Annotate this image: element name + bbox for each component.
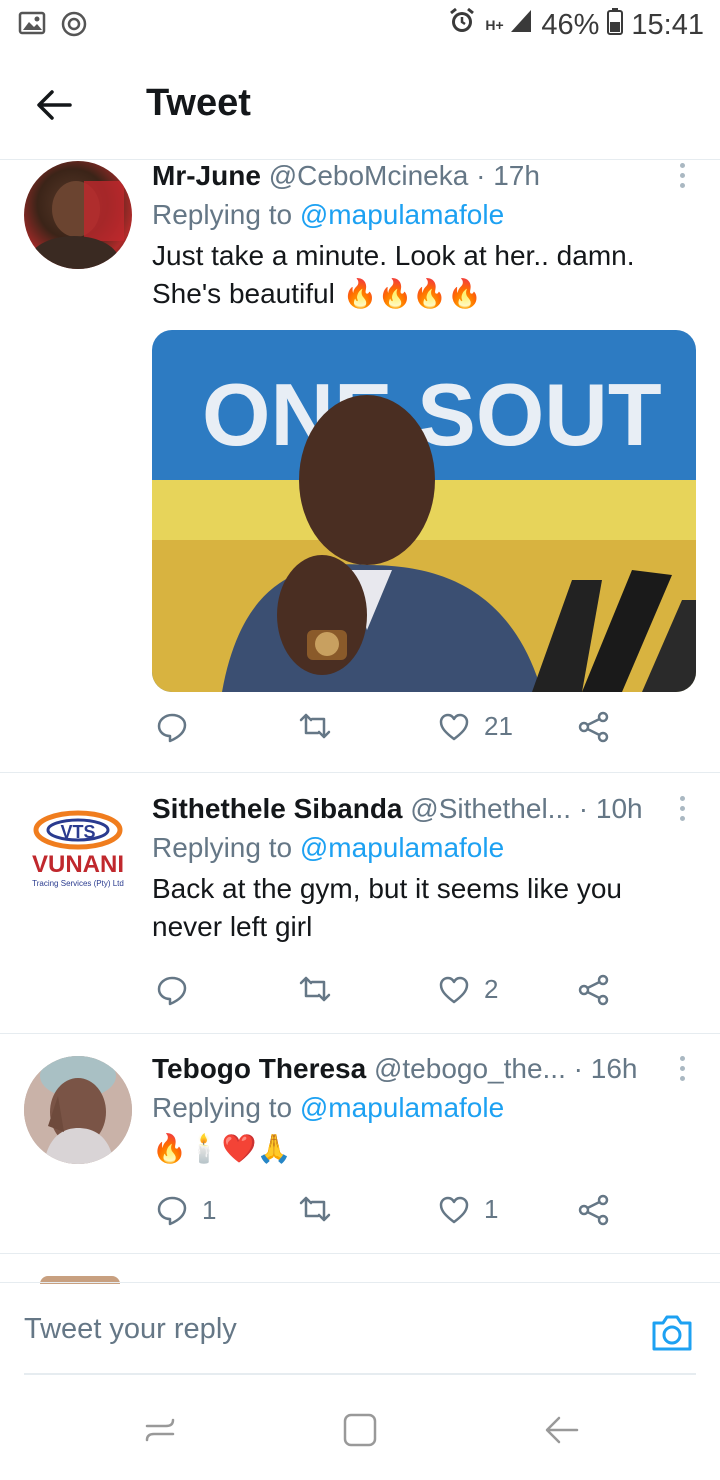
replying-to-prefix: Replying to [152,1092,300,1123]
back-nav-button[interactable] [544,1412,580,1448]
sync-notification-icon [60,10,88,43]
arrow-left-icon [37,90,72,120]
retweet-icon [299,976,331,1002]
heart-icon [439,1196,469,1223]
replying-to: Replying to @mapulamafole [152,1088,696,1128]
reply-button[interactable] [156,974,202,1006]
replying-to-link[interactable]: @mapulamafole [300,1092,504,1123]
replying-to-prefix: Replying to [152,832,300,863]
divider [24,1373,696,1375]
author-name[interactable]: Tebogo Theresa [152,1053,366,1084]
like-button[interactable]: 1 [438,1194,498,1225]
like-count: 21 [484,711,513,741]
tweet-reply[interactable]: Tebogo Theresa @tebogo_the... · 16h Repl… [0,1034,720,1254]
like-count: 1 [484,1194,499,1224]
like-button[interactable]: 2 [438,974,498,1005]
tweet-header: Mr-June @CeboMcineka · 17h [152,159,696,193]
avatar[interactable] [24,1056,132,1164]
retweet-button[interactable] [298,711,332,741]
tweet-reply[interactable]: VTS VUNANI Tracing Services (Pty) Ltd Si… [0,774,720,1034]
reply-button[interactable]: 1 [156,1194,216,1226]
status-bar: H+ 46% 15:41 [0,0,720,50]
page-title: Tweet [146,82,251,124]
avatar-logo-text: VTS [60,822,95,842]
like-button[interactable]: 21 [438,711,513,742]
tweet-actions: 2 [152,974,672,1014]
tweet-actions: 1 1 [152,1194,672,1234]
avatar-brand-text: VUNANI [32,851,124,878]
more-options-button[interactable] [676,163,688,193]
share-icon [578,711,609,743]
tweet-actions: 21 [152,711,672,751]
avatar-subtitle-text: Tracing Services (Pty) Ltd [32,879,124,888]
replying-to-link[interactable]: @mapulamafole [300,199,504,230]
camera-icon [652,1315,692,1351]
author-name[interactable]: Mr-June [152,160,261,191]
more-options-button[interactable] [676,796,688,826]
tweet-header: Tebogo Theresa @tebogo_the... · 16h [152,1052,696,1086]
tweet-header: Sithethele Sibanda @Sithethel... · 10h [152,792,696,826]
clock: 15:41 [631,8,704,41]
home-icon [343,1413,377,1447]
tweet-text: 🔥🕯️❤️🙏 [152,1133,292,1164]
retweet-icon [299,713,331,739]
recent-apps-icon [145,1418,175,1442]
tweet-time: · 10h [578,793,643,824]
avatar[interactable]: VTS VUNANI Tracing Services (Pty) Ltd [24,796,132,904]
reply-count: 1 [202,1194,217,1225]
recent-apps-button[interactable] [142,1412,178,1448]
author-name[interactable]: Sithethele Sibanda [152,793,403,824]
tweet-reply[interactable]: Mr-June @CeboMcineka · 17h Replying to @… [0,159,720,773]
reply-composer[interactable]: Tweet your reply [0,1282,720,1374]
system-nav-bar [0,1376,720,1480]
share-icon [578,974,609,1006]
more-options-button[interactable] [676,1056,688,1086]
app-header: Tweet [0,50,720,160]
reply-input[interactable]: Tweet your reply [24,1313,237,1346]
heart-icon [439,713,469,740]
media-backdrop-text: ONE SOUT [202,365,662,464]
battery-icon [607,7,624,43]
replying-to-prefix: Replying to [152,199,300,230]
gallery-notification-icon [18,10,46,43]
camera-button[interactable] [650,1313,694,1353]
comment-icon [157,713,187,743]
like-count: 2 [484,974,499,1004]
tweet-image[interactable]: ONE SOUT [152,330,696,692]
reply-button[interactable] [156,711,202,743]
alarm-icon [447,6,477,44]
tweet-text: Just take a minute. Look at her.. damn. … [152,240,635,309]
nav-back-icon [545,1416,579,1444]
tweet-text: Back at the gym, but it seems like you n… [152,873,622,942]
replying-to-link[interactable]: @mapulamafole [300,832,504,863]
comment-icon [157,1196,187,1226]
retweet-button[interactable] [298,974,332,1004]
replying-to: Replying to @mapulamafole [152,195,696,235]
comment-icon [157,976,187,1006]
avatar[interactable] [24,161,132,269]
tweet-time: · 16h [573,1053,638,1084]
tweet-time: · 17h [476,160,540,191]
retweet-button[interactable] [298,1194,332,1224]
share-button[interactable] [578,974,610,1006]
replying-to: Replying to @mapulamafole [152,828,696,868]
author-handle[interactable]: @tebogo_the... [374,1053,566,1084]
retweet-icon [299,1196,331,1222]
signal-icon [509,8,533,42]
home-button[interactable] [342,1412,378,1448]
author-handle[interactable]: @CeboMcineka [269,160,469,191]
network-type-label: H+ [485,17,504,33]
battery-percent: 46% [541,8,600,41]
heart-icon [439,976,469,1003]
share-icon [578,1194,609,1226]
back-button[interactable] [32,82,78,128]
share-button[interactable] [578,1194,610,1226]
share-button[interactable] [578,711,610,743]
author-handle[interactable]: @Sithethel... [410,793,571,824]
